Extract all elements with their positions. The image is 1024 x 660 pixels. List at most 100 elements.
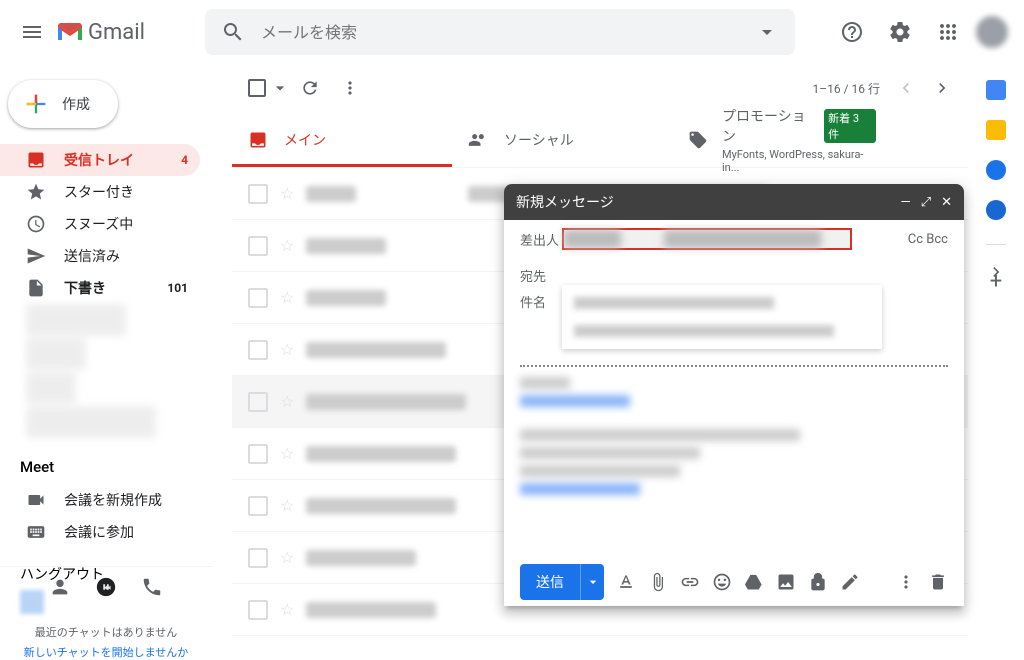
star-icon[interactable]: ☆ — [280, 184, 294, 203]
hangouts-icon[interactable] — [95, 576, 117, 598]
cc-link[interactable]: Cc — [908, 232, 923, 247]
attach-icon[interactable] — [648, 572, 668, 592]
tab-label: ソーシャル — [504, 130, 574, 150]
star-icon[interactable]: ☆ — [280, 496, 294, 515]
meet-new[interactable]: 会議を新規作成 — [0, 484, 200, 516]
chat-start-link[interactable]: 新しいチャットを開始しませんか — [0, 644, 212, 660]
row-checkbox[interactable] — [248, 392, 268, 412]
nav-snoozed[interactable]: スヌーズ中 — [0, 208, 200, 240]
send-options-button[interactable] — [580, 564, 604, 600]
sender-blurred — [306, 498, 456, 514]
nav-sent[interactable]: 送信済み — [0, 240, 200, 272]
sender-blurred — [306, 238, 386, 254]
logo-text: Gmail — [88, 20, 145, 45]
tasks-icon[interactable] — [986, 160, 1006, 180]
minimize-icon[interactable]: — — [901, 195, 911, 210]
row-checkbox[interactable] — [248, 184, 268, 204]
star-icon[interactable]: ☆ — [280, 392, 294, 411]
trash-icon[interactable] — [928, 572, 948, 592]
row-checkbox[interactable] — [248, 600, 268, 620]
emoji-icon[interactable] — [712, 572, 732, 592]
nav-starred[interactable]: スター付き — [0, 176, 200, 208]
to-field[interactable]: 宛先 — [504, 258, 964, 285]
nav-drafts[interactable]: 下書き 101 — [0, 272, 200, 304]
more-icon[interactable] — [340, 78, 360, 98]
search-icon[interactable] — [213, 12, 253, 52]
apps-icon[interactable] — [928, 12, 968, 52]
sender-blurred — [306, 186, 356, 202]
subject-field[interactable]: 件名 — [504, 284, 578, 319]
lock-icon[interactable] — [808, 572, 828, 592]
expand-panel-icon[interactable] — [986, 262, 1006, 282]
star-icon[interactable]: ☆ — [280, 444, 294, 463]
meet-join[interactable]: 会議に参加 — [0, 516, 200, 548]
more-options-icon[interactable] — [896, 572, 916, 592]
contacts-icon[interactable] — [986, 200, 1006, 220]
row-checkbox[interactable] — [248, 340, 268, 360]
star-icon[interactable]: ☆ — [280, 548, 294, 567]
from-field[interactable]: 差出人 Cc Bcc — [504, 220, 964, 258]
format-icon[interactable] — [616, 572, 636, 592]
row-checkbox[interactable] — [248, 236, 268, 256]
chevron-down-icon — [270, 78, 290, 98]
star-icon[interactable]: ☆ — [280, 600, 294, 619]
settings-icon[interactable] — [880, 12, 920, 52]
dropdown-option[interactable] — [562, 289, 882, 317]
from-value-highlighted[interactable] — [562, 228, 852, 250]
nav-label: 会議を新規作成 — [64, 490, 162, 510]
link-icon[interactable] — [680, 572, 700, 592]
video-icon — [26, 490, 46, 510]
compose-header[interactable]: 新規メッセージ — ⤢ ✕ — [504, 184, 964, 220]
search-input[interactable] — [253, 23, 747, 42]
tab-primary[interactable]: メイン — [232, 112, 452, 167]
row-checkbox[interactable] — [248, 288, 268, 308]
compose-plus-icon — [22, 90, 50, 118]
star-icon[interactable]: ☆ — [280, 340, 294, 359]
search-box[interactable] — [205, 9, 795, 55]
drive-icon[interactable] — [744, 572, 764, 592]
promo-badge: 新着 3 件 — [824, 109, 876, 143]
chat-empty: 最近のチャットはありません — [0, 620, 212, 644]
nav-blurred — [26, 304, 126, 336]
help-icon[interactable] — [832, 12, 872, 52]
refresh-icon[interactable] — [300, 78, 320, 98]
keep-icon[interactable] — [986, 120, 1006, 140]
promo-subtitle: MyFonts, WordPress, sakura-in... — [722, 148, 876, 174]
image-icon[interactable] — [776, 572, 796, 592]
row-checkbox[interactable] — [248, 444, 268, 464]
dropdown-option[interactable] — [562, 317, 882, 345]
compose-button[interactable]: 作成 — [8, 80, 118, 128]
search-dropdown-icon[interactable] — [747, 12, 787, 52]
expand-icon[interactable]: ⤢ — [921, 195, 931, 210]
main-menu-button[interactable] — [8, 8, 56, 56]
nav-label: 会議に参加 — [64, 522, 134, 542]
row-checkbox[interactable] — [248, 548, 268, 568]
people-icon — [468, 130, 488, 150]
meet-heading: Meet — [20, 450, 212, 484]
compose-body[interactable] — [504, 349, 964, 558]
row-checkbox[interactable] — [248, 496, 268, 516]
star-icon[interactable]: ☆ — [280, 236, 294, 255]
nav-blurred — [26, 406, 156, 438]
gmail-logo[interactable]: Gmail — [56, 20, 145, 45]
page-info: 1–16 / 16 行 — [813, 80, 880, 97]
phone-icon[interactable] — [141, 576, 163, 598]
send-button[interactable]: 送信 — [520, 564, 580, 600]
star-icon[interactable]: ☆ — [280, 288, 294, 307]
next-page-icon[interactable] — [932, 78, 952, 98]
keyboard-icon — [26, 522, 46, 542]
account-avatar[interactable] — [976, 16, 1008, 48]
clock-icon — [26, 214, 46, 234]
nav-inbox[interactable]: 受信トレイ 4 — [0, 144, 200, 176]
prev-page-icon[interactable] — [896, 78, 916, 98]
select-all-checkbox[interactable] — [248, 78, 290, 98]
tab-social[interactable]: ソーシャル — [452, 112, 672, 167]
calendar-icon[interactable] — [986, 80, 1006, 100]
nav-count: 4 — [181, 153, 188, 167]
tab-promotions[interactable]: プロモーション 新着 3 件 MyFonts, WordPress, sakur… — [672, 112, 892, 167]
bcc-link[interactable]: Bcc — [926, 232, 948, 247]
pen-icon[interactable] — [840, 572, 860, 592]
person-icon[interactable] — [49, 576, 71, 598]
tag-icon — [688, 130, 708, 150]
close-icon[interactable]: ✕ — [941, 195, 952, 210]
